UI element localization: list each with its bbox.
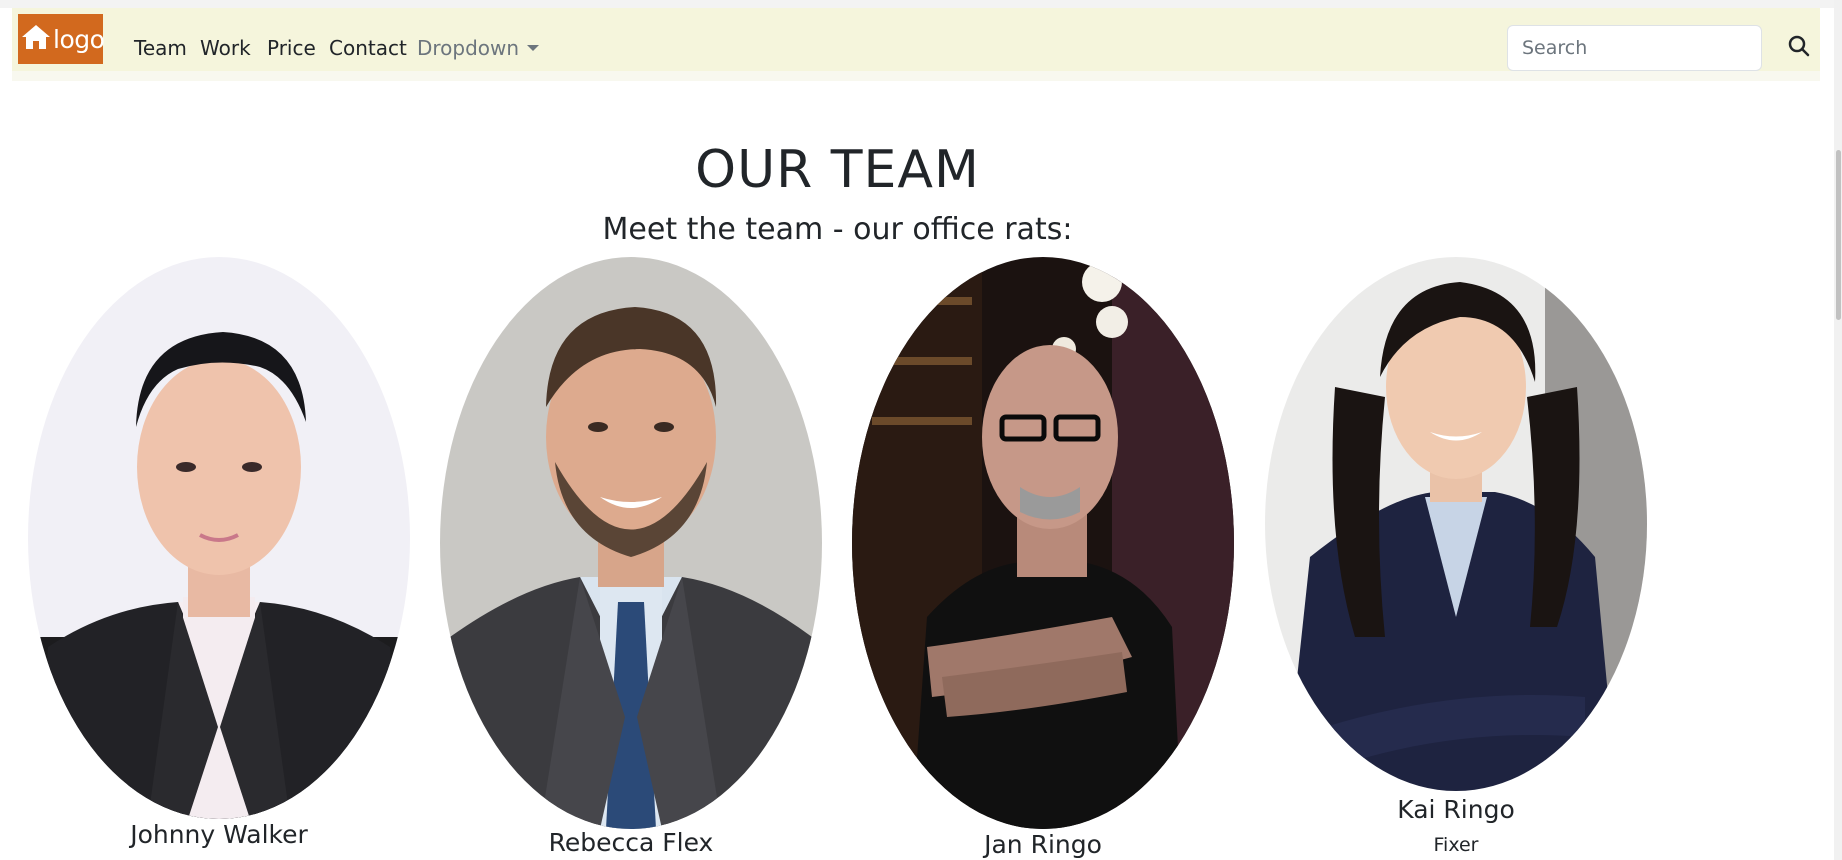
home-icon	[20, 23, 52, 55]
member-photo	[440, 257, 822, 829]
search-icon	[1788, 35, 1810, 61]
member-name: Johnny Walker	[130, 820, 308, 849]
member-role: Fixer	[1433, 834, 1479, 856]
member-name: Kai Ringo	[1397, 795, 1515, 824]
search-input[interactable]	[1507, 25, 1762, 71]
brand-text: logo	[53, 24, 105, 54]
navbar: logo Team Work Price Contact Dropdown	[12, 8, 1820, 81]
nav-link-price[interactable]: Price	[267, 36, 316, 60]
search-button[interactable]	[1784, 28, 1814, 68]
page-subtitle: Meet the team - our office rats:	[602, 212, 1073, 247]
nav-link-work[interactable]: Work	[200, 36, 251, 60]
brand-logo[interactable]: logo	[18, 14, 105, 64]
member-name: Rebecca Flex	[548, 828, 714, 857]
nav-link-contact[interactable]: Contact	[329, 36, 407, 60]
member-photo	[1265, 257, 1647, 791]
nav-dropdown-toggle[interactable]: Dropdown	[417, 36, 540, 60]
member-name: Jan Ringo	[984, 830, 1102, 859]
window-top-strip	[0, 0, 1842, 8]
page-title: OUR TEAM	[695, 140, 980, 200]
page-scrollbar[interactable]	[1834, 0, 1842, 860]
member-photo	[852, 257, 1234, 829]
scrollbar-thumb[interactable]	[1836, 150, 1841, 320]
nav-dropdown-label: Dropdown	[417, 36, 520, 60]
caret-down-icon	[527, 45, 540, 51]
nav-link-team[interactable]: Team	[134, 36, 187, 60]
member-photo	[28, 257, 410, 819]
